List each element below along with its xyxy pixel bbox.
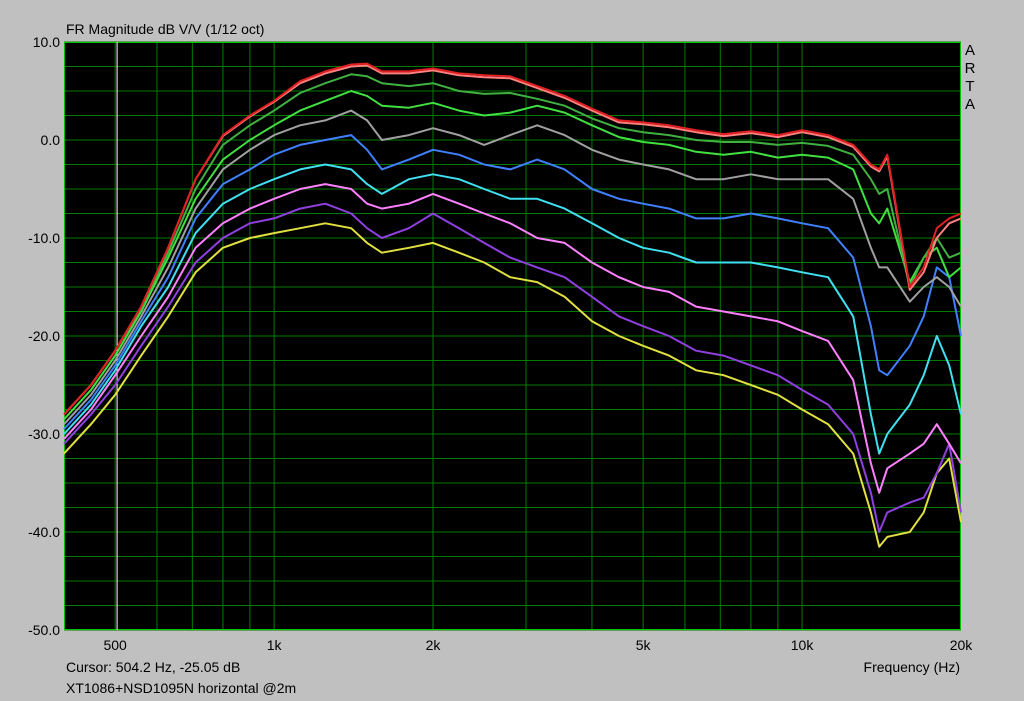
y-tick-label: 0.0 (41, 132, 61, 148)
x-tick-label: 5k (636, 637, 652, 653)
y-tick-label: -50.0 (28, 622, 60, 638)
y-tick-label: -40.0 (28, 524, 60, 540)
x-tick-label: 20k (950, 637, 974, 653)
cursor-readout: Cursor: 504.2 Hz, -25.05 dB (66, 659, 241, 675)
x-tick-label: 1k (267, 637, 283, 653)
y-tick-label: -20.0 (28, 328, 60, 344)
frequency-response-chart[interactable]: 10.0 0.0 -10.0 -20.0 -30.0 -40.0 -50.0 500 1k 2k 5… (0, 0, 1024, 701)
y-tick-label: 10.0 (33, 34, 60, 50)
x-axis-label: Frequency (Hz) (863, 659, 960, 675)
x-tick-label: 10k (791, 637, 815, 653)
measurement-caption: XT1086+NSD1095N horizontal @2m (66, 680, 297, 696)
x-tick-label: 2k (426, 637, 442, 653)
x-tick-label: 500 (103, 637, 127, 653)
y-tick-label: -30.0 (28, 426, 60, 442)
y-tick-label: -10.0 (28, 230, 60, 246)
